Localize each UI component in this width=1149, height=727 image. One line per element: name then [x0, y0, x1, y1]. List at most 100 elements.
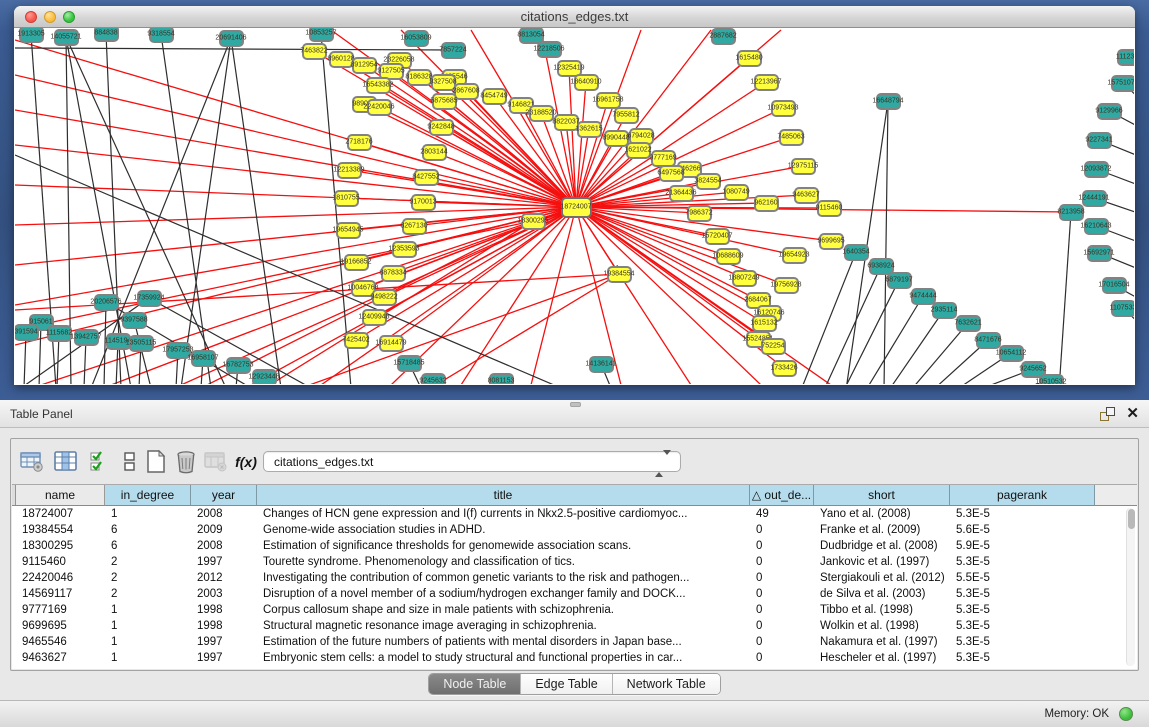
table-row[interactable]: 946554611997Estimation of the future num… — [12, 634, 1125, 650]
graph-node[interactable]: 12093872 — [1084, 161, 1109, 178]
graph-node[interactable]: 8427552 — [414, 169, 439, 186]
graph-node[interactable]: 1640354 — [844, 244, 869, 261]
close-panel-icon[interactable]: ✕ — [1126, 404, 1139, 422]
network-window-titlebar[interactable]: citations_edges.txt — [14, 6, 1135, 28]
graph-node[interactable]: 23188520 — [529, 105, 554, 122]
graph-node[interactable]: 17359924 — [137, 290, 162, 307]
graph-node[interactable]: 20206576 — [94, 294, 119, 311]
graph-node[interactable]: 1145194 — [106, 333, 131, 350]
graph-node[interactable]: 18300295 — [521, 213, 546, 230]
graph-node[interactable]: 14136141 — [589, 356, 614, 373]
graph-node[interactable]: 14055721 — [54, 29, 79, 46]
graph-node[interactable]: 18724007 — [561, 197, 592, 218]
table-row[interactable]: 2242004622012Investigating the contribut… — [12, 570, 1125, 586]
graph-node[interactable]: 1733426 — [772, 360, 797, 377]
graph-node[interactable]: 1080749 — [724, 184, 749, 201]
column-header-title[interactable]: title — [257, 485, 750, 506]
graph-node[interactable]: 1810755 — [334, 190, 359, 207]
graph-node[interactable]: 9129966 — [1097, 103, 1122, 120]
graph-node[interactable]: 6879197 — [887, 272, 912, 289]
graph-node[interactable]: 8186328 — [407, 69, 432, 86]
graph-node[interactable]: 19654923 — [782, 247, 807, 264]
table-row[interactable]: 946362711997Embryonic stem cells: a mode… — [12, 650, 1125, 666]
graph-node[interactable]: 17016504 — [1102, 277, 1127, 294]
graph-node[interactable]: 10510532 — [1039, 374, 1064, 385]
graph-node[interactable]: 12975115 — [791, 158, 816, 175]
graph-node[interactable]: 12218506 — [537, 41, 562, 58]
table-row[interactable]: 1938455462009Genome-wide association stu… — [12, 522, 1125, 538]
graph-node[interactable]: 7955812 — [614, 107, 639, 124]
graph-node[interactable]: 12213967 — [754, 74, 779, 91]
graph-node[interactable]: 18640910 — [574, 74, 599, 91]
float-panel-icon[interactable] — [1100, 407, 1115, 421]
graph-node[interactable]: 16648794 — [876, 93, 901, 110]
graph-node[interactable]: 17957253 — [166, 342, 191, 359]
graph-node[interactable]: 13942757 — [74, 329, 99, 346]
column-header-year[interactable]: year — [191, 485, 257, 506]
graph-node[interactable]: 1913305 — [19, 28, 44, 43]
graph-node[interactable]: 6497568 — [659, 165, 684, 182]
graph-node[interactable]: 16210643 — [1084, 218, 1109, 235]
graph-node[interactable]: 7463822 — [302, 43, 327, 60]
graph-node[interactable]: 16958107 — [191, 350, 216, 367]
row-height-icon[interactable] — [117, 449, 143, 475]
graph-node[interactable]: 9397588 — [122, 312, 147, 329]
graph-node[interactable]: 15751074 — [1111, 75, 1135, 92]
graph-node[interactable]: 9245632 — [421, 373, 446, 385]
graph-node[interactable]: 9115460 — [817, 200, 842, 217]
table-vertical-scrollbar[interactable] — [1126, 508, 1135, 666]
graph-node[interactable]: 8454749 — [482, 88, 507, 105]
graph-node[interactable]: 2803144 — [422, 144, 447, 161]
graph-node[interactable]: 8878334 — [381, 265, 406, 282]
graph-node[interactable]: 16961758 — [596, 92, 621, 109]
graph-node[interactable]: 962160 — [754, 195, 779, 212]
graph-node[interactable]: 12409948 — [362, 309, 387, 326]
table-row[interactable]: 977716911998Corpus callosum shape and si… — [12, 602, 1125, 618]
table-row[interactable]: 911546021997Tourette syndrome. Phenomeno… — [12, 554, 1125, 570]
table-selector-dropdown[interactable]: citations_edges.txt — [263, 451, 681, 472]
graph-node[interactable]: 9699695 — [819, 233, 844, 250]
tab-edge-table[interactable]: Edge Table — [521, 674, 612, 694]
split-divider-handle[interactable] — [570, 402, 581, 407]
show-columns-icon[interactable] — [53, 449, 79, 475]
graph-node[interactable]: 19654945 — [336, 222, 361, 239]
graph-node[interactable]: 391594 — [15, 324, 39, 341]
graph-node[interactable]: 16782753 — [226, 357, 251, 374]
graph-node[interactable]: 9327508 — [431, 74, 456, 91]
table-row[interactable]: 1830029562008Estimation of significance … — [12, 538, 1125, 554]
graph-node[interactable]: 2867608 — [454, 83, 479, 100]
graph-node[interactable]: 19384554 — [607, 266, 632, 283]
graph-node[interactable]: 12444191 — [1082, 190, 1107, 207]
column-header-out-de-[interactable]: △ out_de... — [750, 485, 814, 506]
graph-node[interactable]: 9170013 — [411, 194, 436, 211]
column-header-pagerank[interactable]: pagerank — [950, 485, 1095, 506]
graph-node[interactable]: 7857224 — [441, 42, 466, 59]
graph-node[interactable]: 8912954 — [352, 57, 377, 74]
graph-node[interactable]: 8267130 — [402, 218, 427, 235]
graph-node[interactable]: 884838 — [94, 28, 119, 42]
new-document-icon[interactable] — [143, 449, 169, 475]
graph-node[interactable]: 12353593 — [392, 241, 417, 258]
graph-node[interactable]: 21364436 — [669, 185, 694, 202]
graph-node[interactable]: 8822037 — [554, 114, 579, 131]
graph-node[interactable]: 10853257 — [309, 28, 334, 42]
graph-node[interactable]: 8990448 — [604, 130, 629, 147]
graph-node[interactable]: 2718176 — [347, 134, 372, 151]
table-row[interactable]: 969969511998Structural magnetic resonanc… — [12, 618, 1125, 634]
graph-node[interactable]: 19756928 — [774, 277, 799, 294]
graph-node[interactable]: 2887682 — [711, 28, 736, 45]
graph-node[interactable]: 10688609 — [716, 248, 741, 265]
graph-node[interactable]: 3824554 — [696, 173, 721, 190]
function-builder-icon[interactable]: f(x) — [233, 449, 259, 475]
graph-node[interactable]: 16543382 — [366, 77, 391, 94]
graph-node[interactable]: 7485063 — [779, 129, 804, 146]
graph-node[interactable]: 13505115 — [129, 335, 154, 352]
delete-table-icon[interactable] — [173, 449, 199, 475]
graph-node[interactable]: 7986372 — [687, 205, 712, 222]
graph-node[interactable]: 10654112 — [999, 345, 1024, 362]
memory-status-indicator[interactable] — [1119, 707, 1133, 721]
graph-node[interactable]: 1615480 — [737, 50, 762, 67]
graph-node[interactable]: 12213389 — [337, 162, 362, 179]
network-graph-canvas[interactable]: 1872400798901622420046271817612213389924… — [15, 28, 1134, 384]
graph-node[interactable]: 9777169 — [651, 150, 676, 167]
